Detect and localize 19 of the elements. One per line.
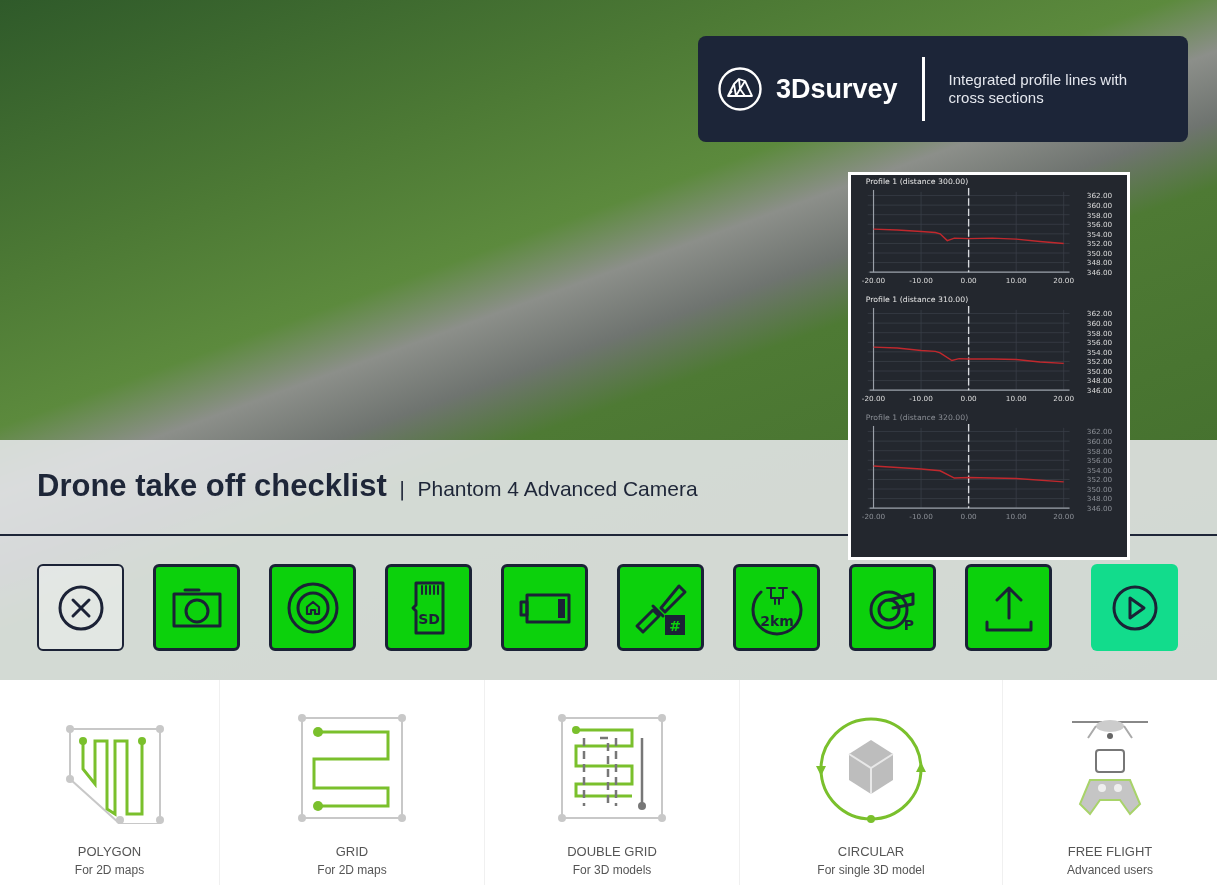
- mode-title: CIRCULAR: [837, 844, 905, 859]
- sd-label: SD: [417, 610, 440, 627]
- title-separator: |: [398, 477, 406, 501]
- propeller-label: P: [903, 616, 914, 633]
- satellite-label: #: [668, 617, 681, 634]
- mode-subtitle: Advanced users: [1066, 863, 1154, 877]
- mode-title: POLYGON: [77, 844, 142, 859]
- mode-subtitle: For single 3D model: [817, 863, 925, 877]
- mode-title: DOUBLE GRID: [567, 844, 657, 859]
- drone-model: Phantom 4 Advanced Camera: [417, 477, 698, 501]
- mode-title: GRID: [335, 844, 369, 859]
- range-label: 2km: [759, 612, 794, 629]
- mode-subtitle: For 2D maps: [317, 863, 387, 877]
- mode-subtitle: For 3D models: [572, 863, 652, 877]
- mode-title: FREE FLIGHT: [1067, 844, 1153, 859]
- tagline: Integrated profile lines with cross sections: [948, 71, 1129, 107]
- mode-subtitle: For 2D maps: [74, 863, 145, 877]
- brand-name: 3Dsurvey: [776, 73, 898, 105]
- checklist-title: Drone take off checklist: [37, 468, 387, 504]
